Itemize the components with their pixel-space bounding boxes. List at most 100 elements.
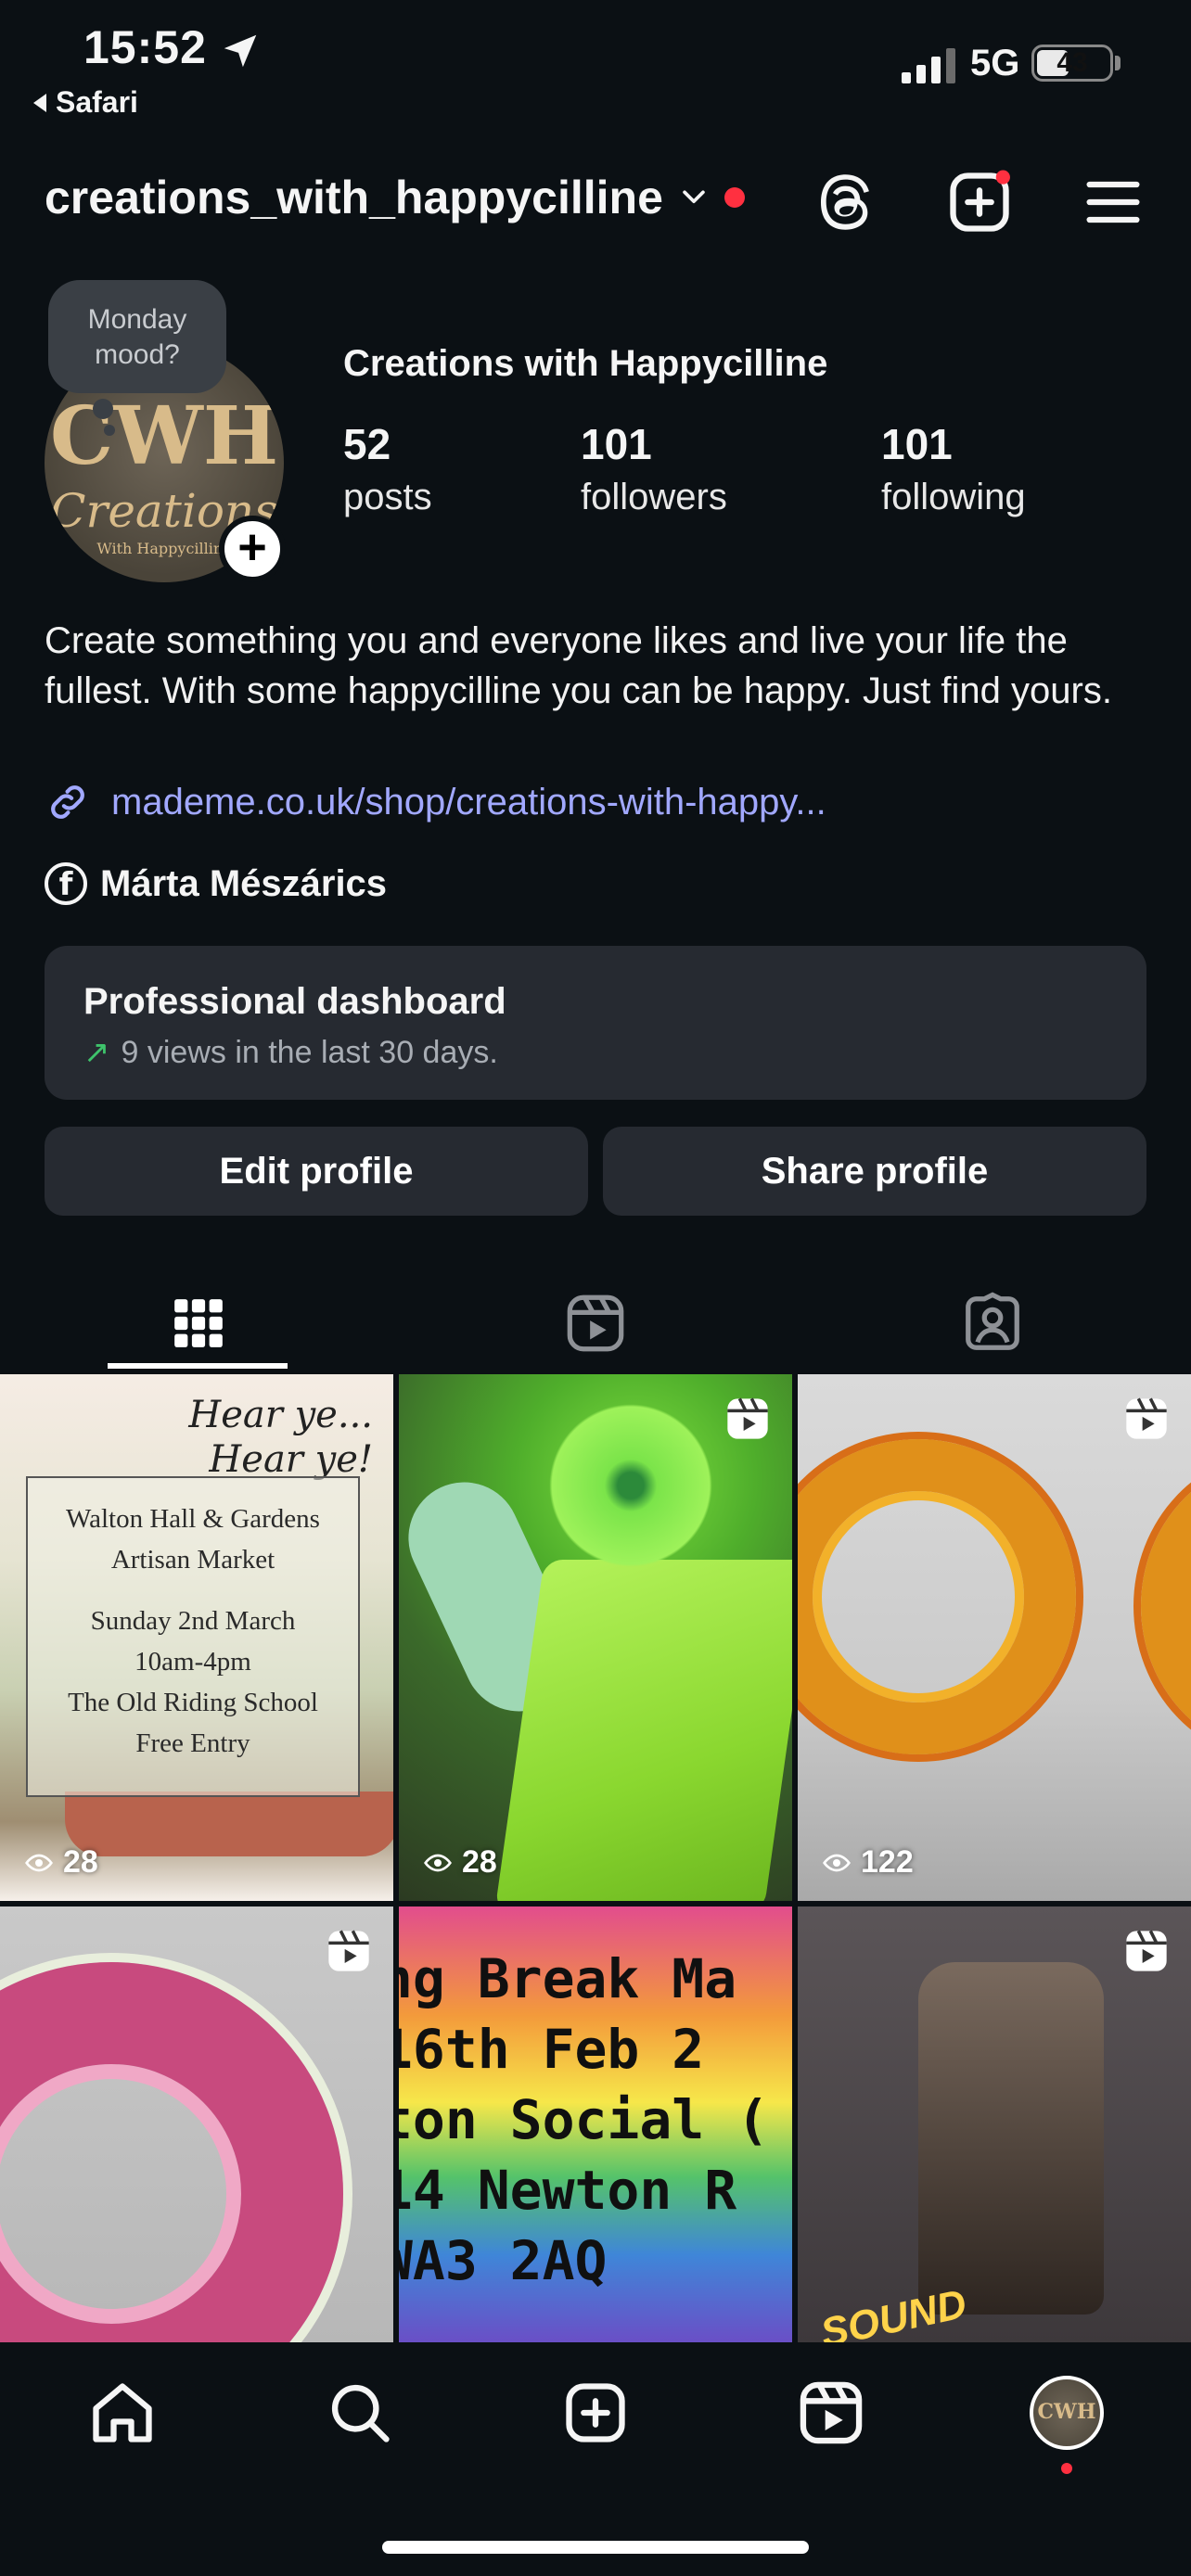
tab-reels[interactable] [397, 1272, 794, 1374]
facebook-icon: f [45, 862, 87, 905]
facebook-name: Márta Mészárics [100, 862, 388, 904]
note-bubble[interactable]: Monday mood? [48, 280, 226, 393]
stat-followers-label: followers [581, 477, 727, 517]
location-arrow-icon [224, 34, 257, 68]
poster-heading-line: Hear ye! [209, 1438, 373, 1481]
battery-level: 43 [1057, 47, 1088, 78]
back-to-app[interactable]: Safari [33, 85, 138, 120]
profile-avatar-nav[interactable]: CWH [1030, 2376, 1104, 2450]
share-profile-button[interactable]: Share profile [603, 1127, 1146, 1216]
stat-following-label: following [881, 477, 1026, 517]
add-story-button[interactable]: + [219, 516, 286, 582]
wreath-shape [0, 1962, 343, 2342]
view-count-value: 28 [63, 1844, 98, 1880]
battery-cap [1115, 56, 1121, 70]
post-thumbnail[interactable] [0, 1906, 393, 2342]
display-name: Creations with Happycilline [343, 343, 828, 384]
view-count: 122 [822, 1844, 914, 1881]
post-thumbnail[interactable]: 122 [798, 1374, 1191, 1901]
pot-shape [65, 1792, 393, 1856]
reels-icon [567, 1294, 624, 1352]
view-count: 28 [24, 1844, 98, 1881]
notification-dot [724, 187, 745, 208]
play-count-icon [25, 1854, 53, 1871]
poster-line: Artisan Market [110, 1545, 275, 1575]
reel-badge-icon [727, 1397, 768, 1439]
stat-followers[interactable]: 101 followers [581, 419, 727, 518]
post-thumbnail[interactable]: ng Break Ma 16th Feb 2 ton Social ( 14 N… [399, 1906, 792, 2342]
figure-shape [918, 1962, 1104, 2315]
wreath-shape [1141, 1458, 1191, 1754]
tab-posts-grid[interactable] [0, 1272, 397, 1374]
reel-badge-icon [1126, 1397, 1167, 1439]
home-icon[interactable] [87, 2378, 158, 2448]
network-type: 5G [970, 43, 1020, 83]
link-icon [51, 785, 84, 819]
active-tab-indicator [108, 1363, 288, 1369]
poster-line: 16th Feb 2 [399, 2018, 705, 2081]
reel-badge-icon [328, 1930, 369, 1971]
dashboard-title: Professional dashboard [83, 981, 506, 1022]
home-indicator[interactable] [382, 2541, 809, 2554]
cellular-signal-icon [902, 48, 955, 83]
poster-line: The Old Riding School [68, 1688, 318, 1717]
facebook-link[interactable]: f Márta Mészárics [45, 862, 387, 905]
stat-followers-value: 101 [581, 420, 652, 468]
battery-icon: 43 [1031, 45, 1113, 82]
stat-posts[interactable]: 52 posts [343, 419, 432, 518]
avatar-logo: CWH [49, 389, 279, 483]
view-count-value: 122 [861, 1844, 914, 1880]
poster-line: ton Social ( [399, 2088, 770, 2151]
dashboard-subtitle-row: ↗ 9 views in the last 30 days. [83, 1034, 1108, 1071]
notification-dot [1061, 2463, 1072, 2474]
trend-up-icon: ↗ [83, 1035, 110, 1070]
post-thumbnail[interactable]: 28 [399, 1374, 792, 1901]
poster-line: WA3 2AQ [399, 2229, 608, 2292]
reels-icon[interactable] [796, 2378, 866, 2448]
tab-tagged[interactable] [794, 1272, 1191, 1374]
poster-line [28, 1580, 358, 1600]
play-count-icon [424, 1854, 452, 1871]
sound-sticker: SOUND [816, 2281, 971, 2342]
play-count-icon [823, 1854, 851, 1871]
post-thumbnail[interactable]: SOUND [798, 1906, 1191, 2342]
back-app-label: Safari [56, 85, 138, 119]
poster-heading-line: Hear ye... [188, 1394, 373, 1436]
search-icon[interactable] [325, 2378, 395, 2448]
note-tail [93, 399, 113, 419]
profile-link[interactable]: mademe.co.uk/shop/creations-with-happy..… [45, 779, 826, 825]
post-thumbnail[interactable]: Hear ye... Hear ye! Walton Hall & Garden… [0, 1374, 393, 1901]
poster-line: Sunday 2nd March [90, 1606, 296, 1636]
dashboard-subtitle: 9 views in the last 30 days. [121, 1034, 498, 1070]
edit-profile-button[interactable]: Edit profile [45, 1127, 588, 1216]
create-post-icon[interactable] [944, 167, 1015, 237]
profile-bio: Create something you and everyone likes … [45, 620, 1112, 711]
stat-following-value: 101 [881, 420, 953, 468]
poster-line: Walton Hall & Gardens [66, 1504, 320, 1534]
wreath-shape [798, 1439, 1076, 1754]
poster-details: Walton Hall & Gardens Artisan Market Sun… [26, 1476, 360, 1797]
stat-posts-value: 52 [343, 420, 391, 468]
profile-link-text: mademe.co.uk/shop/creations-with-happy..… [111, 781, 826, 823]
poster-line: ng Break Ma [399, 1947, 737, 2010]
stat-following[interactable]: 101 following [881, 419, 1026, 518]
threads-icon[interactable] [809, 167, 879, 237]
create-icon[interactable] [560, 2378, 631, 2448]
poster-heading: Hear ye... Hear ye! [188, 1393, 373, 1482]
menu-icon[interactable] [1078, 167, 1148, 237]
tagged-icon [966, 1292, 1019, 1350]
back-triangle-icon [33, 93, 46, 112]
stat-posts-label: posts [343, 477, 432, 517]
username: creations_with_happycilline [45, 172, 663, 223]
account-switcher[interactable]: creations_with_happycilline [45, 171, 745, 224]
flower-shape [538, 1393, 724, 1578]
view-count-value: 28 [462, 1844, 497, 1880]
cone-shape [494, 1560, 792, 1901]
professional-dashboard[interactable]: Professional dashboard ↗ 9 views in the … [45, 946, 1146, 1100]
poster-line: 10am-4pm [134, 1647, 251, 1677]
poster-line: Free Entry [135, 1728, 250, 1758]
chevron-down-icon [683, 190, 705, 204]
grid-icon [174, 1299, 223, 1347]
reel-badge-icon [1126, 1930, 1167, 1971]
poster-line: 14 Newton R [399, 2159, 737, 2222]
